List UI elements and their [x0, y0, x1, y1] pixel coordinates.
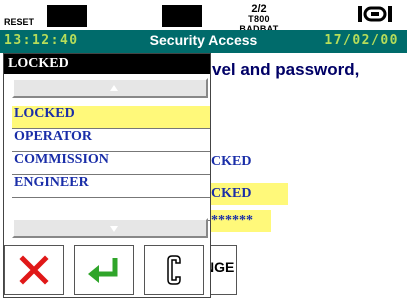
top-strip: RESET 2/2 T800 BADBAT	[0, 0, 407, 34]
black-block-right	[162, 5, 202, 27]
option-list: LOCKED OPERATOR COMMISSION ENGINEER	[12, 106, 210, 221]
level-select-popup: LOCKED LOCKED OPERATOR COMMISSION ENGINE…	[3, 53, 211, 298]
option-operator[interactable]: OPERATOR	[12, 129, 210, 152]
level-select-field[interactable]: CKED	[211, 183, 288, 205]
scroll-down-button[interactable]	[12, 218, 208, 238]
password-field[interactable]: ******	[211, 210, 271, 232]
popup-header: LOCKED	[4, 54, 210, 74]
x-icon	[19, 255, 49, 285]
current-level-value: CKED	[211, 154, 252, 169]
battery-signal-icon	[358, 6, 392, 22]
title-bar: 13:12:40 Security Access 17/02/00	[0, 30, 407, 53]
enter-arrow-icon	[88, 258, 118, 283]
option-engineer[interactable]: ENGINEER	[12, 175, 210, 198]
cancel-button[interactable]	[4, 245, 64, 295]
enter-button[interactable]	[74, 245, 134, 295]
instruction-text: vel and password,	[212, 60, 360, 79]
scroll-up-button[interactable]	[12, 78, 208, 98]
down-arrow-icon	[110, 226, 118, 232]
reset-label[interactable]: RESET	[4, 17, 34, 27]
option-commission[interactable]: COMMISSION	[12, 152, 210, 175]
clock-date: 17/02/00	[324, 33, 399, 48]
option-locked[interactable]: LOCKED	[12, 106, 210, 129]
clear-c-icon	[167, 255, 181, 285]
page-number: 2/2	[251, 3, 267, 15]
black-block-left	[47, 5, 87, 27]
clear-button[interactable]	[144, 245, 204, 295]
up-arrow-icon	[110, 85, 118, 91]
